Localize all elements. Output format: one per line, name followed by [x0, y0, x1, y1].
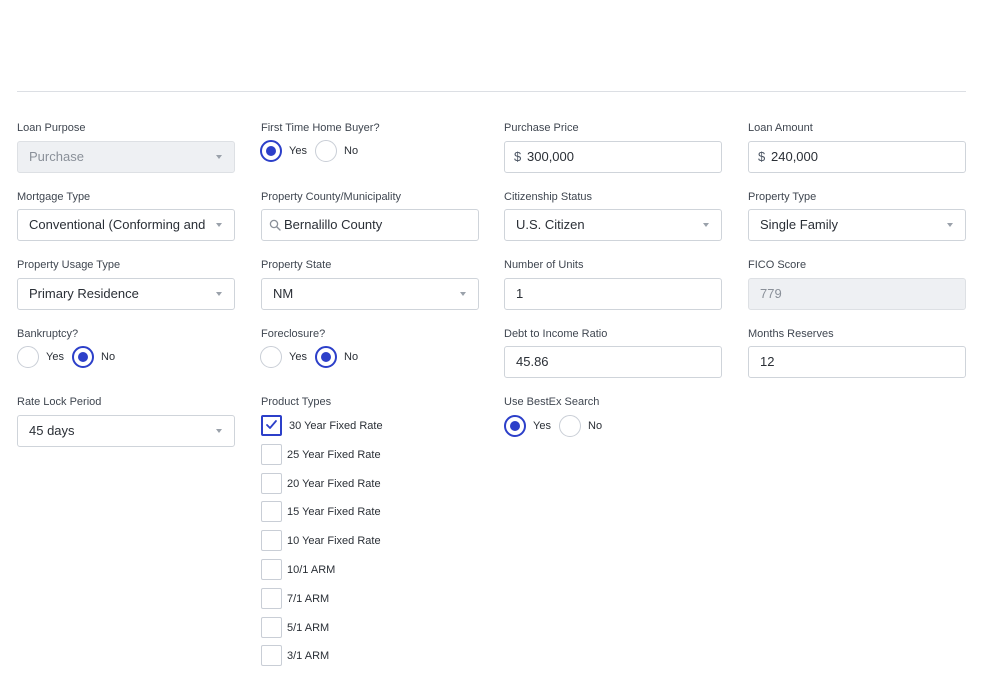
foreclosure-label: Foreclosure? [261, 328, 326, 340]
citizenship-value: U.S. Citizen [516, 217, 585, 232]
bestex-no-label: No [588, 420, 603, 432]
bankruptcy-label: Bankruptcy? [17, 328, 79, 340]
number-of-units-value: 1 [516, 286, 524, 301]
bankruptcy-radio-group: Yes No [17, 346, 137, 370]
product-type-checkbox[interactable] [261, 444, 282, 465]
bestex-yes-radio[interactable] [504, 415, 526, 437]
purchase-price-value: 300,000 [527, 149, 574, 164]
product-type-label: 10 Year Fixed Rate [287, 535, 381, 547]
number-of-units-label: Number of Units [504, 259, 584, 271]
fico-label: FICO Score [748, 259, 807, 271]
mortgage-type-value: Conventional (Conforming and Non-Conform… [29, 217, 208, 232]
first-time-buyer-no-radio[interactable] [315, 140, 337, 162]
bestex-yes-label: Yes [533, 420, 551, 432]
property-usage-label: Property Usage Type [17, 259, 121, 271]
chevron-down-icon [703, 223, 709, 227]
product-type-label: 10/1 ARM [287, 564, 336, 576]
checkmark-icon [266, 420, 277, 429]
property-county-input[interactable]: Bernalillo County [261, 209, 479, 241]
product-type-checkbox[interactable] [261, 588, 282, 609]
property-type-label: Property Type [748, 191, 817, 203]
foreclosure-no-radio[interactable] [315, 346, 337, 368]
product-type-checkbox[interactable] [261, 617, 282, 638]
product-type-label: 25 Year Fixed Rate [287, 449, 381, 461]
rate-lock-value: 45 days [29, 423, 75, 438]
chevron-down-icon [947, 223, 953, 227]
bestex-no-radio[interactable] [559, 415, 581, 437]
purchase-price-input[interactable]: $ 300,000 [504, 141, 722, 173]
mortgage-type-select[interactable]: Conventional (Conforming and Non-Conform… [17, 209, 235, 241]
product-type-label: 5/1 ARM [287, 622, 330, 634]
property-usage-value: Primary Residence [29, 286, 139, 301]
chevron-down-icon [216, 292, 222, 296]
citizenship-select[interactable]: U.S. Citizen [504, 209, 722, 241]
product-type-checkbox[interactable] [261, 415, 282, 436]
product-type-checkbox[interactable] [261, 473, 282, 494]
loan-purpose-select: Purchase [17, 141, 235, 173]
first-time-buyer-yes-radio[interactable] [260, 140, 282, 162]
dti-value: 45.86 [516, 354, 549, 369]
product-type-checkbox[interactable] [261, 645, 282, 666]
product-type-checkbox[interactable] [261, 501, 282, 522]
property-type-value: Single Family [760, 217, 839, 232]
fico-input: 779 [748, 278, 966, 310]
foreclosure-radio-group: Yes No [260, 346, 380, 370]
loan-purpose-value: Purchase [29, 149, 84, 164]
foreclosure-yes-radio[interactable] [260, 346, 282, 368]
months-reserves-label: Months Reserves [748, 328, 834, 340]
chevron-down-icon [216, 155, 222, 159]
header-divider [17, 91, 966, 92]
bestex-radio-group: Yes No [504, 415, 624, 439]
fico-value: 779 [760, 286, 782, 301]
bestex-label: Use BestEx Search [504, 396, 600, 408]
months-reserves-input[interactable]: 12 [748, 346, 966, 378]
rate-lock-select[interactable]: 45 days [17, 415, 235, 447]
mortgage-type-label: Mortgage Type [17, 191, 91, 203]
dti-label: Debt to Income Ratio [504, 328, 608, 340]
property-state-select[interactable]: NM [261, 278, 479, 310]
bankruptcy-no-label: No [101, 351, 116, 363]
bankruptcy-no-radio[interactable] [72, 346, 94, 368]
product-type-label: 30 Year Fixed Rate [289, 420, 383, 432]
citizenship-label: Citizenship Status [504, 191, 593, 203]
property-state-value: NM [273, 286, 294, 301]
dollar-prefix: $ [758, 149, 766, 164]
first-time-buyer-label: First Time Home Buyer? [261, 122, 380, 134]
product-type-label: 15 Year Fixed Rate [287, 506, 381, 518]
chevron-down-icon [216, 429, 222, 433]
chevron-down-icon [460, 292, 466, 296]
first-time-buyer-no-label: No [344, 145, 359, 157]
product-types-label: Product Types [261, 396, 332, 408]
property-state-label: Property State [261, 259, 332, 271]
property-county-label: Property County/Municipality [261, 191, 402, 203]
chevron-down-icon [216, 223, 222, 227]
bankruptcy-yes-label: Yes [46, 351, 64, 363]
product-type-label: 3/1 ARM [287, 650, 330, 662]
loan-amount-input[interactable]: $ 240,000 [748, 141, 966, 173]
product-type-label: 20 Year Fixed Rate [287, 478, 381, 490]
purchase-price-label: Purchase Price [504, 122, 579, 134]
loan-amount-label: Loan Amount [748, 122, 813, 134]
property-usage-select[interactable]: Primary Residence [17, 278, 235, 310]
loan-amount-value: 240,000 [771, 149, 818, 164]
months-reserves-value: 12 [760, 354, 775, 369]
bankruptcy-yes-radio[interactable] [17, 346, 39, 368]
property-county-value: Bernalillo County [284, 217, 383, 232]
product-type-checkbox[interactable] [261, 530, 282, 551]
dti-input[interactable]: 45.86 [504, 346, 722, 378]
first-time-buyer-radio-group: Yes No [260, 140, 380, 164]
dollar-prefix: $ [514, 149, 522, 164]
product-type-checkbox[interactable] [261, 559, 282, 580]
rate-lock-label: Rate Lock Period [17, 396, 102, 408]
foreclosure-yes-label: Yes [289, 351, 307, 363]
search-icon [269, 219, 281, 231]
property-type-select[interactable]: Single Family [748, 209, 966, 241]
number-of-units-input[interactable]: 1 [504, 278, 722, 310]
foreclosure-no-label: No [344, 351, 359, 363]
product-type-label: 7/1 ARM [287, 593, 330, 605]
loan-purpose-label: Loan Purpose [17, 122, 86, 134]
first-time-buyer-yes-label: Yes [289, 145, 307, 157]
